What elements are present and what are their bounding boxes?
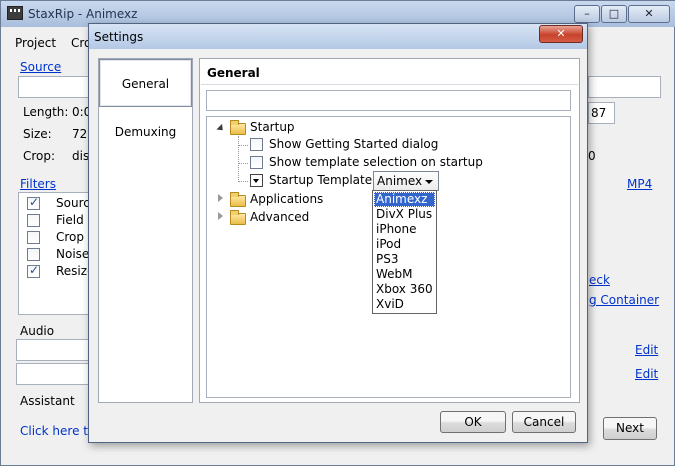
audio-input-2[interactable] — [16, 363, 90, 385]
tree-connector — [238, 181, 248, 182]
show-template-selection-checkbox[interactable] — [250, 156, 263, 169]
filters-list[interactable]: Source Field Crop Noise Resize — [18, 192, 97, 315]
show-getting-started-label: Show Getting Started dialog — [269, 137, 439, 151]
minimize-button[interactable]: – — [574, 5, 600, 23]
mp4-link[interactable]: MP4 — [627, 177, 652, 191]
option-animexz[interactable]: Animexz — [374, 192, 435, 207]
folder-icon — [230, 120, 246, 135]
audio-edit-link-2[interactable]: Edit — [635, 367, 658, 381]
main-window-title: StaxRip - Animexz — [28, 7, 138, 21]
menu-project[interactable]: Project — [15, 36, 56, 50]
filter-field-label: Field — [56, 213, 84, 227]
show-getting-started-checkbox[interactable] — [250, 138, 263, 151]
dialog-close-button[interactable]: ✕ — [539, 25, 583, 43]
filter-noise-label: Noise — [56, 247, 90, 261]
option-webm[interactable]: WebM — [374, 267, 435, 282]
nav-general[interactable]: General — [99, 59, 192, 107]
ok-button[interactable]: OK — [440, 411, 506, 433]
tree-connector — [238, 145, 248, 146]
startup-template-label: Startup Template: — [269, 173, 377, 187]
option-iphone[interactable]: iPhone — [374, 222, 435, 237]
nav-demuxing[interactable]: Demuxing — [99, 108, 192, 156]
filter-crop-checkbox[interactable] — [27, 231, 40, 244]
panel-heading: General — [207, 66, 260, 80]
right-link-2[interactable]: g Container — [589, 293, 659, 307]
dropdown-toggle-icon[interactable] — [250, 174, 263, 187]
right-value-box[interactable]: 87 — [588, 102, 615, 124]
collapsed-arrow-icon[interactable] — [218, 194, 223, 202]
option-xbox-360[interactable]: Xbox 360 — [374, 282, 435, 297]
crop-label: Crop: — [23, 149, 56, 163]
settings-nav: General Demuxing — [98, 58, 193, 403]
audio-input-1[interactable] — [16, 339, 90, 361]
tree-connector — [238, 163, 248, 164]
filter-noise-checkbox[interactable] — [27, 248, 40, 261]
option-ipod[interactable]: iPod — [374, 237, 435, 252]
target-input[interactable] — [588, 76, 661, 98]
settings-panel: General Startup Show Getting Started dia… — [199, 58, 580, 403]
expanded-arrow-icon[interactable] — [216, 123, 226, 134]
settings-tree: Startup Show Getting Started dialog Show… — [206, 116, 571, 398]
tree-applications[interactable]: Applications — [250, 192, 323, 206]
right-value-2: 0 — [588, 149, 596, 163]
audio-edit-link-1[interactable]: Edit — [635, 343, 658, 357]
heading-divider — [201, 84, 578, 85]
show-template-selection-label: Show template selection on startup — [269, 155, 483, 169]
startup-template-dropdown: Animexz DivX Plus iPhone iPod PS3 WebM X… — [372, 190, 437, 314]
filter-source-checkbox[interactable] — [27, 195, 40, 210]
assistant-label: Assistant — [20, 394, 75, 408]
filter-crop-label: Crop — [56, 230, 85, 244]
settings-dialog: Settings ✕ General Demuxing General Star… — [88, 23, 588, 443]
length-label: Length: — [23, 105, 69, 119]
folder-icon — [230, 210, 246, 225]
right-link-1[interactable]: eck — [589, 273, 610, 287]
option-divx-plus[interactable]: DivX Plus — [374, 207, 435, 222]
settings-titlebar: Settings ✕ — [89, 24, 587, 49]
folder-icon — [230, 192, 246, 207]
tree-advanced[interactable]: Advanced — [250, 210, 309, 224]
filter-field-checkbox[interactable] — [27, 214, 40, 227]
option-xvid[interactable]: XviD — [374, 297, 435, 312]
startup-template-combo[interactable]: Animex — [373, 171, 439, 191]
maximize-button[interactable]: □ — [601, 5, 627, 23]
filter-resize-checkbox[interactable] — [27, 263, 40, 278]
tree-connector — [238, 136, 239, 182]
collapsed-arrow-icon[interactable] — [218, 212, 223, 220]
source-link[interactable]: Source — [20, 60, 61, 74]
settings-search-input[interactable] — [206, 90, 571, 111]
option-ps3[interactable]: PS3 — [374, 252, 435, 267]
audio-label: Audio — [20, 324, 55, 338]
close-button[interactable]: ✕ — [628, 5, 670, 23]
app-icon — [7, 6, 23, 20]
next-button[interactable]: Next — [603, 417, 657, 440]
crop-value: dis — [72, 149, 90, 163]
settings-title: Settings — [94, 30, 144, 44]
source-input[interactable] — [18, 76, 90, 98]
size-label: Size: — [23, 127, 52, 141]
tree-startup[interactable]: Startup — [250, 120, 295, 134]
filters-link[interactable]: Filters — [20, 177, 56, 191]
startup-template-value: Animex — [377, 174, 423, 188]
assistant-link[interactable]: Click here to — [20, 424, 95, 438]
chevron-down-icon — [425, 180, 433, 184]
cancel-button[interactable]: Cancel — [512, 411, 576, 433]
